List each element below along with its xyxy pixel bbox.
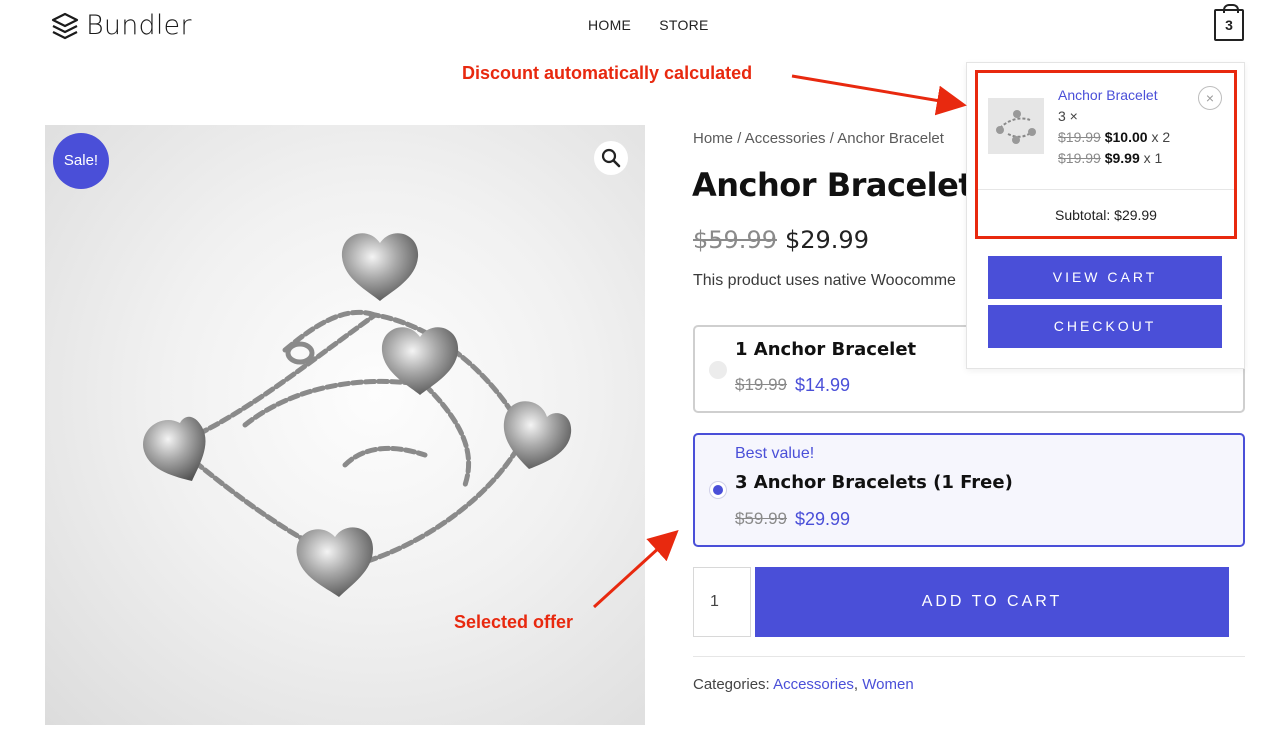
offer-prices: $59.99 $29.99 — [735, 509, 850, 530]
categories-label: Categories: — [693, 676, 770, 693]
price: $59.99 $29.99 — [693, 226, 869, 254]
product-image[interactable]: Sale! — [45, 125, 645, 725]
offer-title: 3 Anchor Bracelets (1 Free) — [735, 472, 1013, 493]
product-categories: Categories: Accessories, Women — [693, 676, 914, 693]
product-title: Anchor Bracelet — [692, 166, 974, 204]
price-new: $29.99 — [784, 226, 869, 254]
cart-icon[interactable]: 3 — [1214, 4, 1244, 41]
annotation-discount: Discount automatically calculated — [462, 63, 753, 83]
divider — [693, 656, 1245, 657]
bracelet-image — [143, 233, 572, 597]
view-cart-button[interactable]: VIEW CART — [988, 256, 1222, 299]
arrow-to-discount — [791, 74, 967, 116]
offer-price-old: $59.99 — [735, 509, 787, 528]
magnifier-icon — [601, 148, 621, 168]
annotation-selected-offer: Selected offer — [454, 612, 574, 632]
product-description: This product uses native Woocomme — [693, 272, 956, 289]
logo-text: Bundler — [86, 10, 192, 41]
offer-radio[interactable] — [709, 361, 727, 379]
add-to-cart-button[interactable]: ADD TO CART — [755, 567, 1229, 637]
offer-price-new: $29.99 — [795, 509, 851, 529]
layers-icon — [51, 12, 79, 39]
offer-prices: $19.99 $14.99 — [735, 375, 850, 396]
offer-price-new: $14.99 — [795, 375, 851, 395]
cart-count: 3 — [1225, 17, 1233, 33]
nav-store[interactable]: STORE — [659, 17, 708, 33]
checkout-button[interactable]: CHECKOUT — [988, 305, 1222, 348]
breadcrumb[interactable]: Home / Accessories / Anchor Bracelet — [693, 130, 944, 147]
category-link-accessories[interactable]: Accessories — [773, 676, 854, 693]
logo[interactable]: Bundler — [50, 10, 192, 41]
offer-title: 1 Anchor Bracelet — [735, 339, 917, 360]
offer-price-old: $19.99 — [735, 375, 787, 394]
main-nav: HOME STORE — [588, 17, 709, 33]
offer-option-2[interactable]: Best value! 3 Anchor Bracelets (1 Free) … — [693, 433, 1245, 547]
sale-badge: Sale! — [53, 133, 109, 189]
price-old: $59.99 — [693, 226, 777, 254]
category-link-women[interactable]: Women — [862, 676, 913, 693]
offer-badge: Best value! — [735, 445, 815, 462]
quantity-input[interactable]: 1 — [693, 567, 751, 637]
annotation-highlight-box — [975, 70, 1237, 239]
zoom-button[interactable] — [594, 141, 628, 175]
offer-radio-selected[interactable] — [709, 481, 727, 499]
nav-home[interactable]: HOME — [588, 17, 631, 33]
